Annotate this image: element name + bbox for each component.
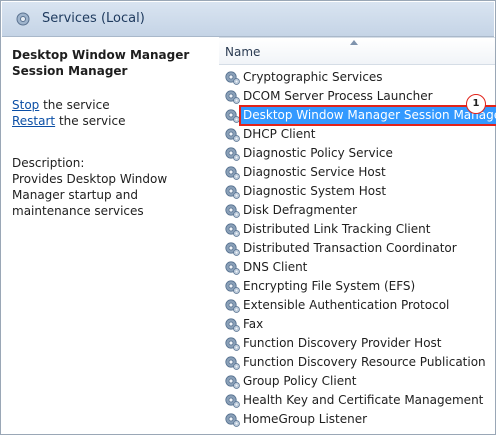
service-row[interactable]: Extensible Authentication Protocol [222,296,494,315]
window-title: Services (Local) [42,11,145,26]
gear-icon [224,221,241,238]
description-label: Description: [12,156,85,170]
services-gear-icon [16,12,30,26]
service-row[interactable]: DHCP Client [222,125,494,144]
service-name: Group Policy Client [243,374,357,388]
gear-icon [224,392,241,409]
service-name: Distributed Transaction Coordinator [243,241,457,255]
service-row[interactable]: Distributed Transaction Coordinator [222,239,494,258]
service-row[interactable]: Health Key and Certificate Management [222,391,494,410]
gear-icon [224,126,241,143]
restart-action-text: the service [55,114,126,128]
gear-icon [224,69,241,86]
sort-ascending-icon [350,40,358,45]
stop-link[interactable]: Stop [12,98,39,112]
service-name: DHCP Client [243,127,316,141]
service-name: Function Discovery Resource Publication [243,355,486,369]
service-name: Diagnostic Service Host [243,165,386,179]
description-text: Provides Desktop Window Manager startup … [12,172,168,218]
service-name: Function Discovery Provider Host [243,336,442,350]
service-row[interactable]: Diagnostic Policy Service [222,144,494,163]
service-row[interactable]: Cryptographic Services [222,68,494,87]
service-row[interactable]: Desktop Window Manager Session Manager [222,105,496,126]
service-row[interactable]: Distributed Link Tracking Client [222,220,494,239]
gear-icon [224,373,241,390]
stop-action-text: the service [39,98,110,112]
name-column-label: Name [225,45,261,59]
service-name: Diagnostic System Host [243,184,387,198]
service-row[interactable]: Diagnostic Service Host [222,163,494,182]
service-row[interactable]: DCOM Server Process Launcher [222,87,494,106]
gear-icon [224,183,241,200]
gear-icon [224,278,241,295]
gear-icon [224,145,241,162]
gear-icon [224,259,241,276]
service-name: Desktop Window Manager Session Manager [238,105,496,126]
gear-icon [224,411,241,428]
service-name: DNS Client [243,260,308,274]
gear-icon [224,202,241,219]
gear-icon [224,240,241,257]
service-name: Extensible Authentication Protocol [243,298,450,312]
restart-link[interactable]: Restart [12,114,55,128]
details-pane: Desktop Window Manager Session Manager S… [2,37,210,434]
gear-icon [224,354,241,371]
service-row[interactable]: Function Discovery Provider Host [222,334,494,353]
service-name: Diagnostic Policy Service [243,146,393,160]
title-bar: Services (Local) [2,2,494,37]
restart-action-line: Restart the service [12,113,125,129]
stop-action-line: Stop the service [12,97,110,113]
service-row[interactable]: DNS Client [222,258,494,277]
gear-icon [224,335,241,352]
gear-icon [224,297,241,314]
service-name: DCOM Server Process Launcher [243,89,433,103]
service-row[interactable]: Disk Defragmenter [222,201,494,220]
selected-service-name: Desktop Window Manager Session Manager [12,48,190,78]
service-name: HomeGroup Listener [243,412,368,426]
gear-icon [224,164,241,181]
service-row[interactable]: Group Policy Client [222,372,494,391]
annotation-badge: 1 [466,94,486,114]
service-name: Disk Defragmenter [243,203,358,217]
service-name: Fax [243,317,264,331]
name-column-header[interactable]: Name [219,37,495,65]
service-name: Cryptographic Services [243,70,383,84]
gear-icon [224,107,241,124]
service-row[interactable]: Diagnostic System Host [222,182,494,201]
service-row[interactable]: Encrypting File System (EFS) [222,277,494,296]
service-row[interactable]: Fax [222,315,494,334]
gear-icon [224,316,241,333]
service-name: Distributed Link Tracking Client [243,222,431,236]
service-row[interactable]: HomeGroup Listener [222,410,494,429]
services-window: Services (Local) Desktop Window Manager … [0,0,496,435]
service-row[interactable]: Function Discovery Resource Publication [222,353,494,372]
service-name: Health Key and Certificate Management [243,393,484,407]
services-list: Name Cryptographic Services DCOM Server P… [219,37,496,434]
gear-icon [224,88,241,105]
service-name: Encrypting File System (EFS) [243,279,416,293]
